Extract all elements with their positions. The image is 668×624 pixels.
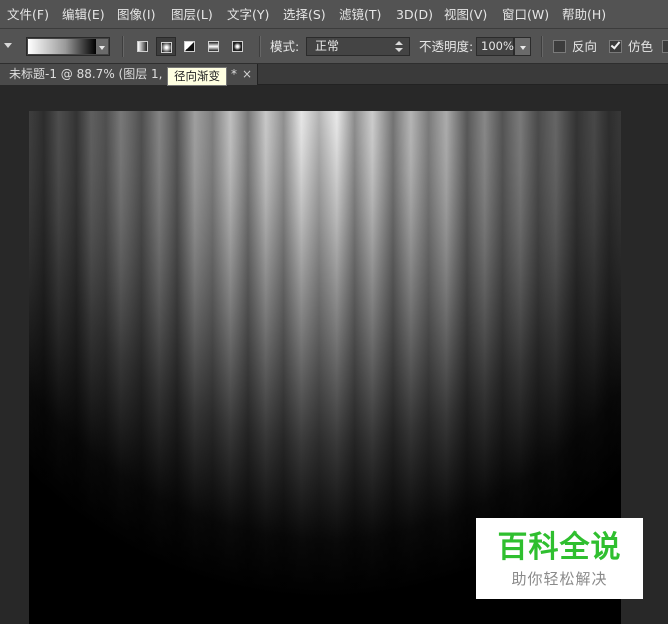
transparency-checkbox[interactable]	[662, 40, 668, 53]
menu-layer[interactable]: 图层(L)	[171, 0, 213, 29]
linear-gradient-button[interactable]	[133, 37, 153, 56]
menu-bar: 文件(F) 编辑(E) 图像(I) 图层(L) 文字(Y) 选择(S) 滤镜(T…	[0, 0, 668, 29]
radial-gradient-icon	[161, 42, 172, 53]
menu-3d[interactable]: 3D(D)	[396, 0, 433, 29]
menu-select[interactable]: 选择(S)	[283, 0, 326, 29]
close-icon[interactable]: ×	[242, 64, 252, 85]
gradient-picker[interactable]	[26, 37, 110, 56]
up-down-arrows-icon	[395, 41, 403, 53]
menu-help[interactable]: 帮助(H)	[562, 0, 606, 29]
angle-gradient-button[interactable]	[180, 37, 200, 56]
watermark-badge: 百科全说 助你轻松解决	[476, 518, 643, 599]
dither-checkbox[interactable]	[609, 39, 622, 53]
divider	[259, 36, 261, 57]
menu-image[interactable]: 图像(I)	[117, 0, 155, 29]
menu-view[interactable]: 视图(V)	[444, 0, 487, 29]
diamond-gradient-icon	[232, 41, 243, 52]
chevron-down-icon	[99, 45, 105, 50]
tooltip: 径向渐变	[167, 67, 227, 86]
diamond-gradient-button[interactable]	[228, 37, 248, 56]
mode-select-value: 正常	[315, 39, 340, 53]
angle-gradient-icon	[184, 41, 195, 52]
linear-gradient-icon	[137, 41, 148, 52]
menu-edit[interactable]: 编辑(E)	[62, 0, 105, 29]
unsaved-indicator: *	[231, 67, 237, 81]
opacity-input[interactable]: 100%	[476, 37, 514, 56]
menu-window[interactable]: 窗口(W)	[502, 0, 549, 29]
document-tab-title: 未标题-1 @ 88.7% (图层 1, 图	[9, 67, 179, 81]
mode-select[interactable]: 正常	[306, 37, 410, 56]
divider	[122, 36, 124, 57]
opacity-dropdown-button[interactable]	[514, 37, 531, 56]
opacity-label: 不透明度:	[419, 39, 474, 54]
document-tab-bar: 未标题-1 @ 88.7% (图层 1, 图 * ×	[0, 64, 668, 85]
gradient-preview-swatch[interactable]	[28, 39, 96, 54]
reverse-checkbox[interactable]	[553, 40, 566, 53]
options-bar: 模式: 正常 不透明度: 100% 反向 仿色	[0, 29, 668, 64]
menu-filter[interactable]: 滤镜(T)	[339, 0, 381, 29]
checkmark-icon	[610, 39, 621, 50]
watermark-subtitle: 助你轻松解决	[511, 570, 608, 588]
watermark-title: 百科全说	[497, 530, 622, 565]
chevron-down-icon	[519, 45, 526, 50]
reflected-gradient-button[interactable]	[204, 37, 224, 56]
gradient-dropdown-button[interactable]	[96, 39, 108, 54]
radial-gradient-button[interactable]	[156, 37, 176, 56]
divider	[541, 36, 543, 57]
menu-type[interactable]: 文字(Y)	[227, 0, 269, 29]
dither-label: 仿色	[628, 39, 654, 54]
reflected-gradient-icon	[208, 41, 219, 52]
menu-file[interactable]: 文件(F)	[7, 0, 49, 29]
mode-label: 模式:	[270, 39, 300, 54]
tool-preset-dropdown-icon[interactable]	[4, 43, 12, 48]
opacity-value: 100%	[481, 39, 514, 53]
reverse-label: 反向	[572, 39, 598, 54]
